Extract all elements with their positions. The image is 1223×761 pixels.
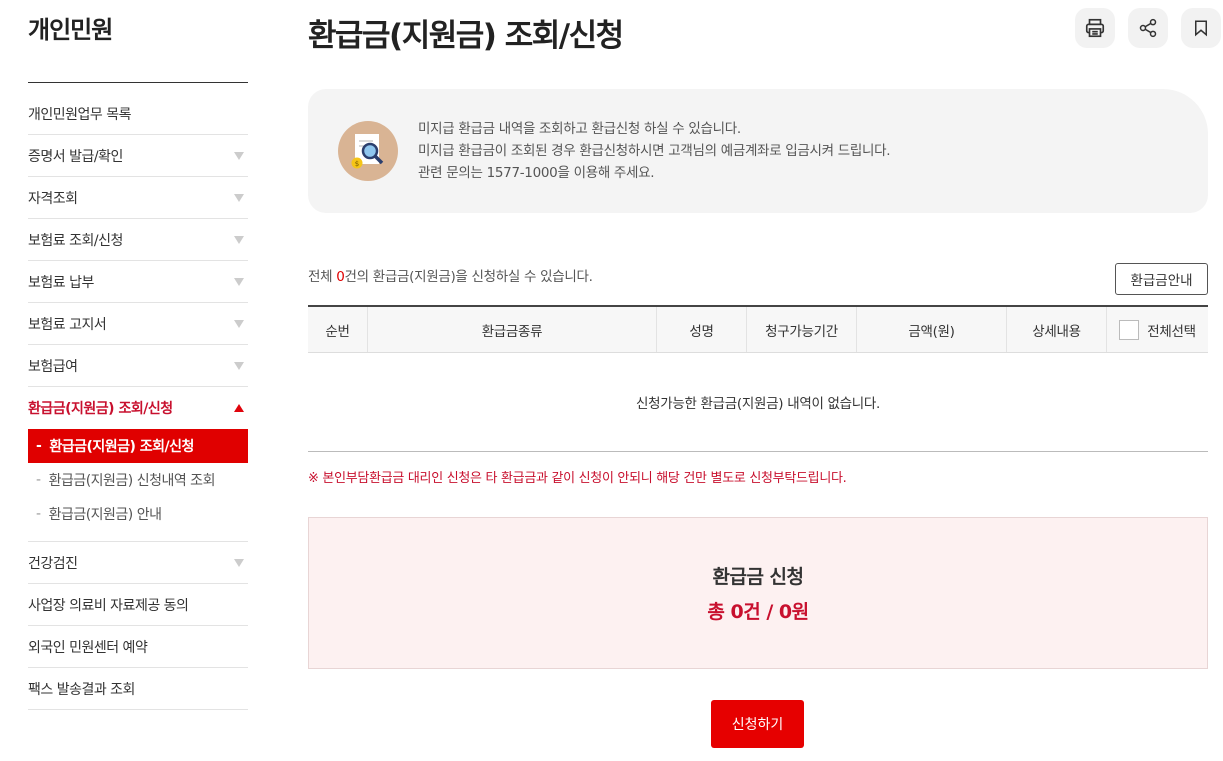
sidebar-item-label: 보험료 고지서 (28, 316, 107, 333)
header-select-all: 전체선택 (1107, 307, 1208, 352)
sidebar-item-foreigner-reservation[interactable]: 외국인 민원센터 예약 (28, 626, 248, 668)
chevron-down-icon (234, 558, 244, 567)
sidebar-menu: 개인민원업무 목록 증명서 발급/확인 자격조회 보험료 조회/신청 보험료 납… (28, 93, 248, 710)
chevron-down-icon (234, 277, 244, 286)
sidebar-item-benefits[interactable]: 보험급여 (28, 345, 248, 387)
sidebar-item-label: 팩스 발송결과 조회 (28, 681, 135, 698)
sidebar-item-eligibility[interactable]: 자격조회 (28, 177, 248, 219)
share-icon (1139, 18, 1157, 38)
sidebar: 개인민원 개인민원업무 목록 증명서 발급/확인 자격조회 보험료 조회/신청 … (28, 0, 248, 710)
sidebar-item-list[interactable]: 개인민원업무 목록 (28, 93, 248, 135)
submenu-list: - 환급금(지원금) 조회/신청 - 환급금(지원금) 신청내역 조회 - 환급금(지… (28, 429, 248, 542)
table-header: 순번 환급금종류 성명 청구가능기간 금액(원) 상세내용 전체선택 (308, 307, 1208, 353)
info-box: $ 미지급 환급금 내역을 조회하고 환급신청 하실 수 있습니다. 미지급 환… (308, 89, 1208, 213)
header-number: 순번 (308, 307, 368, 352)
submenu-item-label: 환급금(지원금) 신청내역 조회 (48, 473, 216, 489)
info-line: 미지급 환급금 내역을 조회하고 환급신청 하실 수 있습니다. (418, 121, 741, 137)
sidebar-item-label: 건강검진 (28, 555, 78, 572)
header-amount: 금액(원) (857, 307, 1007, 352)
document-search-icon: $ (338, 121, 398, 181)
sidebar-item-label: 사업장 의료비 자료제공 동의 (28, 597, 189, 614)
sidebar-submenu: - 환급금(지원금) 조회/신청 - 환급금(지원금) 신청내역 조회 - 환급금(지… (28, 429, 248, 542)
summary-text: 전체 0건의 환급금(지원금)을 신청하실 수 있습니다. (308, 265, 593, 285)
bookmark-button[interactable] (1181, 8, 1221, 48)
chevron-down-icon (234, 235, 244, 244)
chevron-down-icon (234, 193, 244, 202)
sidebar-item-label: 증명서 발급/확인 (28, 148, 123, 165)
sidebar-item-premium-payment[interactable]: 보험료 납부 (28, 261, 248, 303)
sidebar-item-medical-data-consent[interactable]: 사업장 의료비 자료제공 동의 (28, 584, 248, 626)
select-all-label: 전체선택 (1147, 323, 1196, 340)
summary-suffix: 건의 환급금(지원금)을 신청하실 수 있습니다. (344, 269, 593, 285)
sidebar-title: 개인민원 (28, 0, 248, 83)
sidebar-item-label: 자격조회 (28, 190, 78, 207)
sidebar-item-fax-result[interactable]: 팩스 발송결과 조회 (28, 668, 248, 710)
page-title: 환급금(지원금) 조회/신청 (308, 18, 624, 54)
sidebar-item-label: 환급금(지원금) 조회/신청 (28, 401, 173, 417)
svg-text:$: $ (355, 160, 359, 168)
submenu-item-refund-guide[interactable]: - 환급금(지원금) 안내 (28, 497, 248, 531)
chevron-down-icon (234, 151, 244, 160)
printer-icon (1085, 18, 1105, 38)
dash-icon: - (36, 506, 41, 522)
apply-button[interactable]: 신청하기 (711, 700, 804, 748)
toolbar (1075, 8, 1221, 48)
submenu-item-refund-history[interactable]: - 환급금(지원금) 신청내역 조회 (28, 463, 248, 497)
sidebar-item-health-checkup[interactable]: 건강검진 (28, 542, 248, 584)
sidebar-item-label: 보험료 조회/신청 (28, 232, 123, 249)
summary-prefix: 전체 (308, 269, 337, 285)
dash-icon: - (36, 472, 41, 488)
submenu-item-refund-inquiry[interactable]: - 환급금(지원금) 조회/신청 (28, 429, 248, 463)
chevron-down-icon (234, 361, 244, 370)
apply-title: 환급금 신청 (712, 566, 804, 588)
submenu-item-label: 환급금(지원금) 안내 (48, 507, 162, 523)
submenu-item-label: 환급금(지원금) 조회/신청 (49, 439, 194, 455)
empty-message: 신청가능한 환급금(지원금) 내역이 없습니다. (308, 353, 1208, 452)
bookmark-icon (1195, 20, 1207, 37)
sidebar-item-label: 보험료 납부 (28, 274, 94, 291)
sidebar-item-premium-inquiry[interactable]: 보험료 조회/신청 (28, 219, 248, 261)
share-button[interactable] (1128, 8, 1168, 48)
sidebar-item-refund[interactable]: 환급금(지원금) 조회/신청 (28, 387, 248, 429)
header-name: 성명 (657, 307, 747, 352)
chevron-up-icon (234, 404, 244, 412)
apply-total: 총 0건 / 0원 (707, 601, 809, 623)
sidebar-item-label: 보험급여 (28, 358, 78, 375)
chevron-down-icon (234, 319, 244, 328)
select-all-checkbox[interactable] (1119, 319, 1140, 340)
notice-text: ※ 본인부담환급금 대리인 신청은 타 환급금과 같이 신청이 안되니 해당 건… (308, 471, 847, 486)
refund-guide-button[interactable]: 환급금안내 (1115, 263, 1208, 295)
sidebar-item-premium-notice[interactable]: 보험료 고지서 (28, 303, 248, 345)
apply-summary-box: 환급금 신청 총 0건 / 0원 (308, 517, 1208, 669)
sidebar-item-label: 외국인 민원센터 예약 (28, 639, 148, 656)
sidebar-item-label: 개인민원업무 목록 (28, 106, 132, 123)
refund-table: 순번 환급금종류 성명 청구가능기간 금액(원) 상세내용 전체선택 신청가능한… (308, 305, 1208, 452)
header-refund-type: 환급금종류 (368, 307, 657, 352)
dash-icon: - (36, 438, 42, 454)
info-line: 미지급 환급금이 조회된 경우 환급신청하시면 고객님의 예금계좌로 입금시켜 … (418, 143, 891, 159)
summary-count: 0 (336, 269, 345, 285)
header-claim-period: 청구가능기간 (747, 307, 857, 352)
sidebar-item-certificate[interactable]: 증명서 발급/확인 (28, 135, 248, 177)
info-text: 미지급 환급금 내역을 조회하고 환급신청 하실 수 있습니다. 미지급 환급금… (418, 118, 891, 184)
print-button[interactable] (1075, 8, 1115, 48)
header-details: 상세내용 (1007, 307, 1107, 352)
info-line: 관련 문의는 1577-1000을 이용해 주세요. (418, 165, 655, 181)
